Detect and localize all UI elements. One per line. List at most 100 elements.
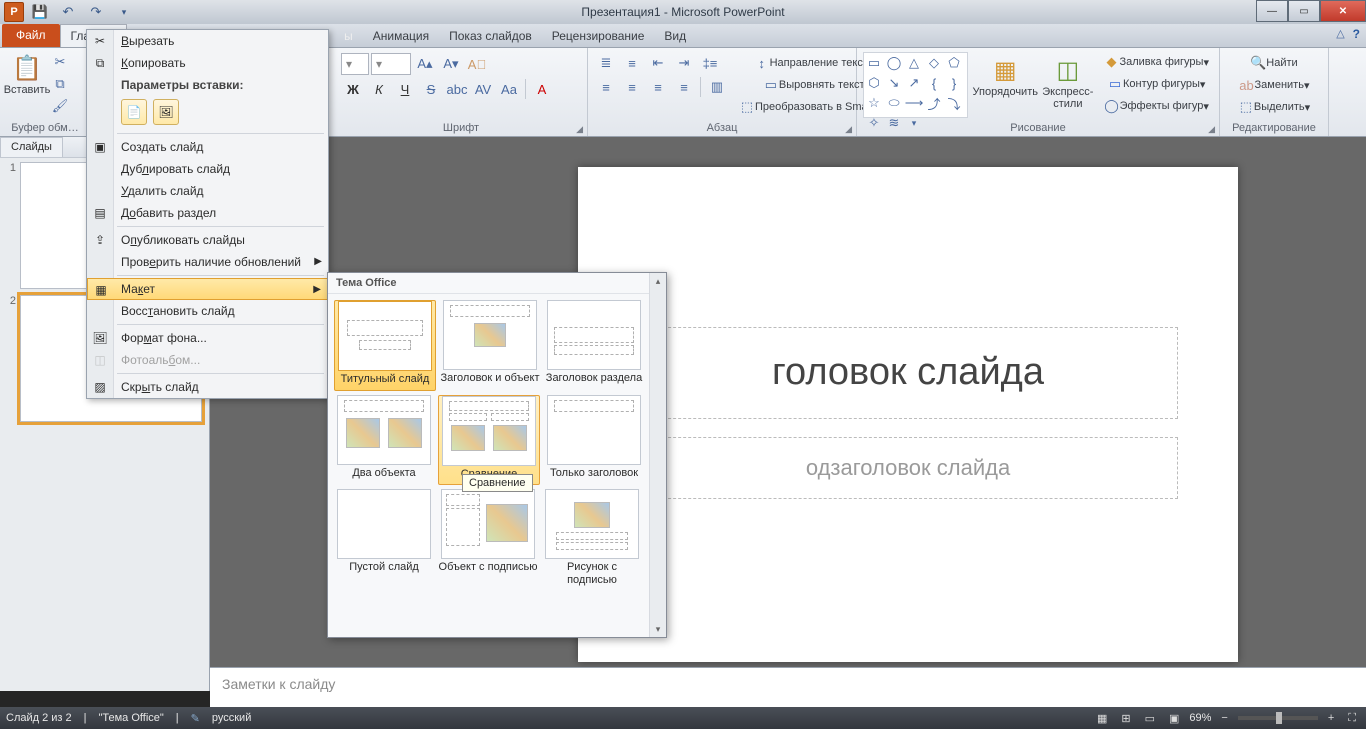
zoom-out-icon[interactable]: − xyxy=(1217,712,1231,724)
slide-subtitle-placeholder[interactable]: одзаголовок слайда xyxy=(638,437,1178,499)
menu-cut[interactable]: ✂Вырезать xyxy=(87,30,328,52)
zoom-in-icon[interactable]: + xyxy=(1324,712,1338,724)
view-normal-icon[interactable]: ▦ xyxy=(1093,712,1111,725)
shape-effects-button[interactable]: ◯ Эффекты фигур ▾ xyxy=(1099,96,1213,116)
shadow-icon[interactable]: abc xyxy=(445,79,469,99)
font-size-combo[interactable]: ▾ xyxy=(371,53,411,75)
undo-icon[interactable]: ↶ xyxy=(56,2,80,22)
menu-duplicate-slide[interactable]: Дублировать слайд xyxy=(87,158,328,180)
layout-tooltip: Сравнение xyxy=(462,474,533,492)
menu-delete-slide[interactable]: Удалить слайд xyxy=(87,180,328,202)
side-tab-slides[interactable]: Слайды xyxy=(0,137,63,157)
text-direction-icon: ↕ xyxy=(754,55,770,71)
layout-two-content[interactable]: Два объекта xyxy=(334,395,434,486)
side-tab-outline[interactable] xyxy=(63,137,83,157)
increase-indent-icon[interactable]: ⇥ xyxy=(672,53,696,73)
zoom-level[interactable]: 69% xyxy=(1189,712,1211,724)
tab-view[interactable]: Вид xyxy=(654,25,696,47)
close-button[interactable]: ✕ xyxy=(1320,0,1366,22)
zoom-slider[interactable] xyxy=(1238,716,1318,720)
decrease-font-icon[interactable]: A▾ xyxy=(439,54,463,74)
layout-comparison[interactable]: Сравнение xyxy=(438,395,540,486)
layout-gallery: Тема Office ▴ ▾ Титульный слайд Заголово… xyxy=(327,272,667,638)
justify-icon[interactable]: ≡ xyxy=(672,77,696,97)
group-label-editing: Редактирование xyxy=(1226,122,1322,136)
paste-option-theme[interactable]: 📄 xyxy=(121,99,147,125)
font-color-icon[interactable]: A xyxy=(530,79,554,99)
menu-layout[interactable]: ▦Макет▶ xyxy=(87,278,328,300)
menu-hide-slide[interactable]: ▨Скрыть слайд xyxy=(87,376,328,398)
layout-blank[interactable]: Пустой слайд xyxy=(334,489,434,590)
scroll-down-icon[interactable]: ▾ xyxy=(650,621,666,637)
layout-title-content[interactable]: Заголовок и объект xyxy=(440,300,540,391)
paste-option-picture[interactable]: 🖼 xyxy=(153,99,179,125)
tab-slideshow[interactable]: Показ слайдов xyxy=(439,25,542,47)
layout-title-only[interactable]: Только заголовок xyxy=(544,395,644,486)
copy-icon[interactable]: ⧉ xyxy=(48,74,72,94)
line-spacing-icon[interactable]: ‡≡ xyxy=(698,53,722,73)
decrease-indent-icon[interactable]: ⇤ xyxy=(646,53,670,73)
powerpoint-icon[interactable]: P xyxy=(4,2,24,22)
shapes-gallery[interactable]: ▭◯△◇⬠⬡ ↘↗{}☆⬭ ⟶⤴⤵✧≋▾ xyxy=(863,52,968,118)
view-slideshow-icon[interactable]: ▣ xyxy=(1165,712,1183,725)
slide-title-placeholder[interactable]: головок слайда xyxy=(638,327,1178,419)
menu-format-background[interactable]: 🖼Формат фона... xyxy=(87,327,328,349)
minimize-button[interactable]: — xyxy=(1256,0,1288,22)
underline-icon[interactable]: Ч xyxy=(393,79,417,99)
status-language[interactable]: русский xyxy=(212,712,251,724)
layout-picture-caption[interactable]: Рисунок с подписью xyxy=(542,489,642,590)
arrange-button[interactable]: ▦ Упорядочить xyxy=(974,52,1036,118)
format-painter-icon[interactable]: 🖌 xyxy=(48,96,72,116)
paste-button[interactable]: 📋 Вставить xyxy=(6,50,48,116)
align-left-icon[interactable]: ≡ xyxy=(594,77,618,97)
columns-icon[interactable]: ▥ xyxy=(705,77,729,97)
scroll-up-icon[interactable]: ▴ xyxy=(650,273,666,289)
layout-section-header[interactable]: Заголовок раздела xyxy=(544,300,644,391)
shape-outline-button[interactable]: ▭ Контур фигуры ▾ xyxy=(1099,74,1213,94)
menu-add-section[interactable]: ▤Добавить раздел xyxy=(87,202,328,224)
align-center-icon[interactable]: ≡ xyxy=(620,77,644,97)
menu-copy[interactable]: ⧉Копировать xyxy=(87,52,328,74)
layout-content-caption[interactable]: Объект с подписью xyxy=(438,489,538,590)
gallery-scrollbar[interactable]: ▴ ▾ xyxy=(649,273,666,637)
tab-transitions[interactable]: ы xyxy=(334,25,363,47)
spellcheck-icon[interactable]: ✎ xyxy=(191,712,200,725)
align-right-icon[interactable]: ≡ xyxy=(646,77,670,97)
save-icon[interactable]: 💾 xyxy=(28,2,52,22)
effects-icon: ◯ xyxy=(1104,98,1120,114)
shape-fill-button[interactable]: ◆ Заливка фигуры ▾ xyxy=(1099,52,1213,72)
menu-check-updates[interactable]: Проверить наличие обновлений▶ xyxy=(87,251,328,273)
font-name-combo[interactable]: ▾ xyxy=(341,53,369,75)
view-sorter-icon[interactable]: ⊞ xyxy=(1117,712,1134,725)
select-button[interactable]: ⬚ Выделить ▾ xyxy=(1226,97,1322,117)
replace-button[interactable]: ab Заменить ▾ xyxy=(1226,75,1322,95)
layout-title-slide[interactable]: Титульный слайд xyxy=(334,300,436,391)
qat-customize-icon[interactable]: ▾ xyxy=(112,2,136,22)
tab-animations[interactable]: Анимация xyxy=(363,25,439,47)
help-icon[interactable]: ? xyxy=(1353,27,1360,41)
increase-font-icon[interactable]: A▴ xyxy=(413,54,437,74)
window-buttons: — ▭ ✕ xyxy=(1256,0,1366,22)
numbering-icon[interactable]: ≡ xyxy=(620,53,644,73)
minimize-ribbon-icon[interactable]: △ xyxy=(1336,27,1344,41)
tab-review[interactable]: Рецензирование xyxy=(542,25,655,47)
change-case-icon[interactable]: Aa xyxy=(497,79,521,99)
tab-file[interactable]: Файл xyxy=(2,24,60,47)
bold-icon[interactable]: Ж xyxy=(341,79,365,99)
cut-icon[interactable]: ✂ xyxy=(48,52,72,72)
find-button[interactable]: 🔍 Найти xyxy=(1226,53,1322,73)
clear-format-icon[interactable]: A⃠ xyxy=(465,54,489,74)
menu-reset-slide[interactable]: Восстановить слайд xyxy=(87,300,328,322)
menu-publish-slides[interactable]: ⇪Опубликовать слайды xyxy=(87,229,328,251)
select-icon: ⬚ xyxy=(1238,99,1254,115)
italic-icon[interactable]: К xyxy=(367,79,391,99)
fit-to-window-icon[interactable]: ⛶ xyxy=(1344,712,1360,725)
char-spacing-icon[interactable]: AV xyxy=(471,79,495,99)
strike-icon[interactable]: S xyxy=(419,79,443,99)
maximize-button[interactable]: ▭ xyxy=(1288,0,1320,22)
bullets-icon[interactable]: ≣ xyxy=(594,53,618,73)
view-reading-icon[interactable]: ▭ xyxy=(1141,712,1159,725)
menu-new-slide[interactable]: ▣Создать слайд xyxy=(87,136,328,158)
quick-styles-button[interactable]: ◫ Экспресс-стили xyxy=(1042,52,1093,118)
redo-icon[interactable]: ↷ xyxy=(84,2,108,22)
